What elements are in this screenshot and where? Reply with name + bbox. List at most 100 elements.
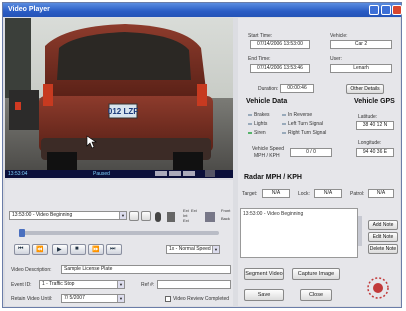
video-info-panel: Start Time: 07/14/2006 13:53:00 Vehicle:…: [238, 18, 400, 98]
target-label: Target:: [242, 191, 258, 197]
playback-speed-value: 1x - Normal Speed: [169, 246, 211, 252]
skip-start-button[interactable]: ⏮: [14, 244, 30, 255]
timeline-handle[interactable]: [19, 229, 25, 237]
action-panel: Segment Video Capture Image Save Close: [238, 262, 400, 306]
status-indicator-3: [183, 171, 195, 176]
note-entry[interactable]: 13:53:00 - Video Beginning: [243, 211, 303, 217]
brakes-indicator: Brakes: [248, 112, 270, 118]
playback-speed-select[interactable]: 1x - Normal Speed ▼: [166, 245, 220, 254]
right-turn-label: Right Turn Signal: [288, 130, 327, 136]
review-completed-checkbox[interactable]: [165, 296, 171, 302]
status-indicator-2: [169, 171, 181, 176]
video-status-text: Paused: [93, 171, 110, 177]
edit-note-button[interactable]: Edit Note: [368, 232, 398, 242]
minimize-button[interactable]: [369, 5, 379, 15]
delete-note-button[interactable]: Delete Note: [368, 244, 398, 254]
flag-front: Front: [221, 208, 231, 213]
lock-label: Lock:: [298, 191, 310, 197]
position-select[interactable]: 13:53:00 - Video Beginning ▼: [9, 211, 127, 220]
play-icon: ▶: [57, 247, 62, 253]
event-id-select[interactable]: 1 - Traffic Stop ▼: [39, 280, 125, 289]
close-window-button[interactable]: [392, 5, 402, 15]
capture-image-button[interactable]: Capture Image: [292, 268, 340, 280]
user-label: User:: [330, 56, 342, 62]
stop-button[interactable]: ■: [70, 244, 86, 255]
flag-ext-3: Ext: [191, 208, 197, 213]
position-value: 13:53:00 - Video Beginning: [12, 212, 73, 218]
ref-input[interactable]: [157, 280, 231, 289]
rewind-button[interactable]: ⏪: [32, 244, 48, 255]
start-time-label: Start Time:: [248, 33, 273, 39]
description-input[interactable]: Sample License Plate: [61, 265, 231, 274]
add-note-button[interactable]: Add Note: [368, 220, 398, 230]
start-time-field: 07/14/2006 13:53:00: [250, 40, 310, 49]
status-indicator-1: [155, 171, 167, 176]
flag-back: Back: [221, 216, 230, 221]
chevron-down-icon: ▼: [117, 295, 124, 302]
target-field: N/A: [262, 189, 290, 198]
title-bar: Video Player: [3, 3, 402, 17]
reverse-label: In Reverse: [288, 112, 313, 118]
maximize-button[interactable]: [381, 5, 391, 15]
retain-date-select[interactable]: 7/ 5/2007 ▼: [61, 294, 125, 303]
lights-label: Lights: [254, 121, 268, 127]
skip-end-icon: ⏭: [110, 246, 116, 252]
retain-date-value: 7/ 5/2007: [64, 295, 85, 301]
review-completed-label: Video Review Completed: [173, 296, 230, 302]
video-status-bar: 13:53:04 Paused: [5, 170, 233, 178]
radar-title: Radar MPH / KPH: [244, 174, 302, 181]
other-details-button[interactable]: Other Details: [346, 84, 384, 94]
fast-forward-icon: ⏩: [92, 247, 100, 253]
window-title: Video Player: [8, 6, 50, 13]
ref-label: Ref #:: [141, 282, 155, 288]
rewind-icon: ⏪: [36, 247, 44, 253]
play-button[interactable]: ▶: [52, 244, 68, 255]
stop-icon: ■: [75, 246, 79, 252]
siren-dot: [248, 131, 252, 134]
left-turn-label: Left Turn Signal: [288, 121, 324, 127]
end-time-label: End Time:: [248, 56, 271, 62]
left-turn-dot: [282, 122, 286, 125]
right-turn-indicator: Right Turn Signal: [282, 130, 326, 136]
brakes-dot: [248, 113, 252, 116]
fast-forward-button[interactable]: ⏩: [88, 244, 104, 255]
patrol-label: Patrol:: [350, 191, 365, 197]
description-label: Video Description:: [11, 267, 52, 273]
skip-start-icon: ⏮: [18, 246, 24, 252]
camera-icon: [167, 212, 175, 222]
brakes-label: Brakes: [254, 112, 270, 118]
vehicle-label: Vehicle:: [330, 33, 348, 39]
bookmark-button[interactable]: [129, 211, 139, 221]
event-id-label: Event ID:: [11, 282, 32, 288]
video-frame[interactable]: 012 LZF: [5, 18, 233, 170]
siren-label: Siren: [254, 130, 266, 136]
timeline-track[interactable]: [19, 229, 219, 237]
speed-label-1: Vehicle Speed: [252, 146, 284, 152]
vehicle-data-panel: Vehicle Data Brakes Lights Siren In Reve…: [238, 98, 400, 172]
duration-label: Duration:: [258, 86, 279, 92]
close-button[interactable]: Close: [300, 289, 332, 301]
lights-indicator: Lights: [248, 121, 267, 127]
longitude-label: Longitude:: [358, 140, 382, 146]
notes-scrollbar[interactable]: [358, 216, 362, 246]
notes-list[interactable]: 13:53:00 - Video Beginning: [240, 208, 358, 258]
status-icon: [205, 170, 215, 177]
gps-title: Vehicle GPS: [354, 98, 395, 105]
speed-field: 0 / 0: [290, 148, 332, 157]
marker-button[interactable]: [141, 211, 151, 221]
retain-label: Retain Video Until:: [11, 296, 53, 302]
latitude-field: 38 40 12 N: [356, 121, 394, 130]
lock-field: N/A: [314, 189, 342, 198]
vehicle-field: Car 2: [330, 40, 392, 49]
duration-field: 00:00:46: [280, 84, 314, 93]
license-plate: 012 LZF: [108, 107, 138, 116]
latitude-label: Latitude:: [358, 114, 378, 120]
save-button[interactable]: Save: [244, 289, 284, 301]
brand-logo-icon: [367, 277, 389, 299]
segment-video-button[interactable]: Segment Video: [244, 268, 284, 280]
patrol-field: N/A: [368, 189, 394, 198]
skip-end-button[interactable]: ⏭: [106, 244, 122, 255]
event-id-value: 1 - Traffic Stop: [42, 281, 75, 287]
left-turn-indicator: Left Turn Signal: [282, 121, 323, 127]
reverse-dot: [282, 113, 286, 116]
